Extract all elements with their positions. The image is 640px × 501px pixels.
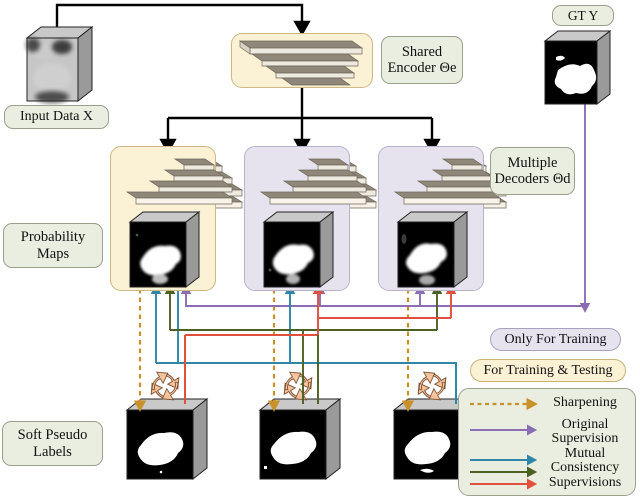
legend-label-sharpening: Sharpening xyxy=(536,395,634,410)
legend-original-line2: Supervision xyxy=(551,431,619,447)
legend-label-original-supervision: Original Supervision xyxy=(534,417,636,447)
legend-sharpening-text: Sharpening xyxy=(553,395,617,410)
figure-canvas: Input Data X Shared Encoder Θe GT Y Mult… xyxy=(0,0,640,501)
legend-mutual-line2: Consistency xyxy=(550,460,620,476)
legend-label-mutual-consistency: Mutual Consistency Supervisions xyxy=(532,446,638,490)
legend-mutual-line1: Mutual xyxy=(564,446,606,461)
legend-mutual-line3: Supervisions xyxy=(548,474,622,490)
legend-original-line1: Original xyxy=(561,417,609,432)
